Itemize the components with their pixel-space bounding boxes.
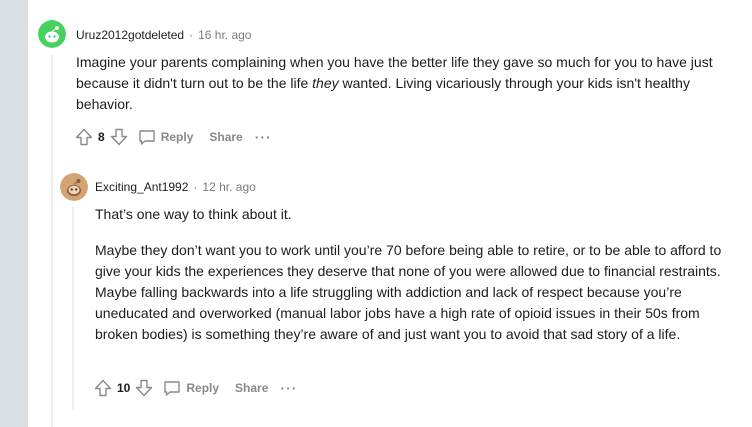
comment-paragraph: That’s one way to think about it.	[95, 206, 292, 222]
share-button[interactable]: Share	[235, 381, 268, 395]
comment-body: That’s one way to think about it. Maybe …	[95, 204, 725, 345]
downvote-icon[interactable]	[134, 378, 154, 398]
upvote-icon[interactable]	[93, 378, 113, 398]
reply-button[interactable]: Reply	[162, 378, 219, 398]
comment-paragraph: Maybe they don’t want you to work until …	[95, 242, 722, 342]
comment-bubble-icon	[164, 381, 181, 396]
username[interactable]: Exciting_Ant1992	[95, 180, 188, 194]
vote-count: 10	[117, 381, 131, 395]
comment-reply: Exciting_Ant1992 · 12 hr. ago That’s one…	[0, 0, 752, 427]
avatar[interactable]	[60, 173, 88, 201]
meta-separator: ·	[193, 180, 198, 194]
reply-label: Reply	[186, 381, 220, 395]
comment-actions: 10 Reply Share ···	[93, 376, 297, 400]
more-icon[interactable]: ···	[280, 381, 297, 395]
timestamp[interactable]: 12 hr. ago	[202, 180, 255, 194]
share-label: Share	[235, 381, 269, 395]
comment-meta: Exciting_Ant1992 · 12 hr. ago	[95, 180, 256, 194]
snoo-avatar-icon	[60, 173, 88, 201]
